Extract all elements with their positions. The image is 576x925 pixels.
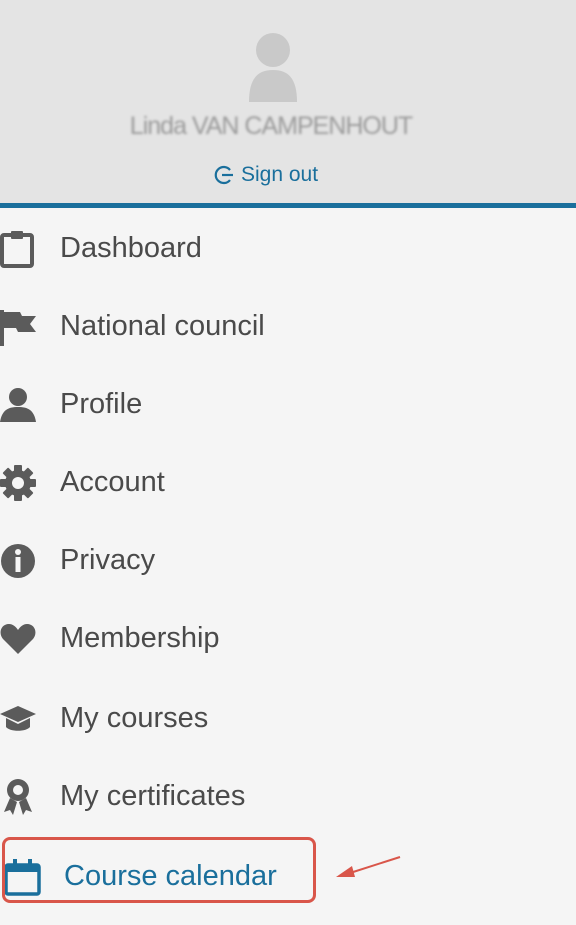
- menu-item-label: Account: [60, 466, 165, 498]
- arrow-icon: [336, 856, 401, 877]
- clipboard-icon: [0, 231, 34, 268]
- menu-item-label: Profile: [60, 388, 143, 420]
- menu-item-national-council[interactable]: National council: [0, 296, 576, 356]
- menu-item-my-certificates[interactable]: My certificates: [0, 766, 576, 826]
- menu-item-my-courses[interactable]: My courses: [0, 688, 576, 748]
- menu-item-label: Membership: [60, 622, 220, 654]
- graduation-cap-icon: [0, 706, 36, 731]
- menu-item-privacy[interactable]: Privacy: [0, 530, 576, 590]
- menu-item-profile[interactable]: Profile: [0, 374, 576, 434]
- gear-icon: [0, 465, 36, 501]
- flag-icon: [0, 310, 36, 346]
- menu-item-membership[interactable]: Membership: [0, 608, 576, 668]
- sign-out-link[interactable]: Sign out: [213, 160, 318, 190]
- menu-item-label: National council: [60, 310, 265, 342]
- highlight-box: [2, 837, 316, 903]
- menu-item-dashboard[interactable]: Dashboard: [0, 218, 576, 278]
- heart-icon: [0, 624, 36, 654]
- user-name: Linda VAN CAMPENHOUT: [129, 112, 413, 140]
- menu-item-account[interactable]: Account: [0, 452, 576, 512]
- avatar-icon: [249, 33, 297, 102]
- sign-out-label: Sign out: [241, 163, 319, 186]
- award-icon: [4, 779, 32, 815]
- menu-item-label: My courses: [60, 702, 209, 734]
- sign-out-icon: [214, 165, 233, 185]
- menu-item-label: Privacy: [60, 544, 156, 576]
- menu-item-label: Dashboard: [60, 232, 202, 264]
- user-header: Linda VAN CAMPENHOUT Sign out: [0, 0, 576, 208]
- info-icon: [1, 544, 35, 578]
- person-icon: [0, 388, 36, 422]
- menu-item-label: My certificates: [60, 780, 246, 812]
